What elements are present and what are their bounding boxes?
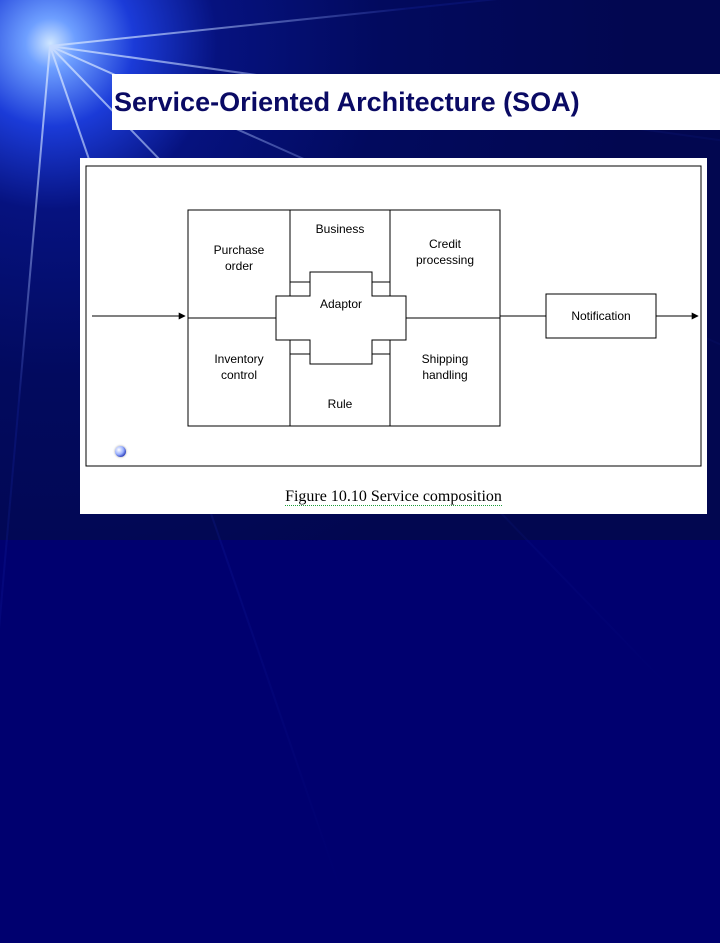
figure-caption: Figure 10.10 Service composition xyxy=(80,488,707,506)
label: Rule xyxy=(328,397,353,411)
service-composition-diagram: Purchase order Inventory control Busines… xyxy=(80,158,707,514)
label: Shipping xyxy=(422,352,469,366)
label: Inventory xyxy=(214,352,263,366)
label: Purchase xyxy=(214,243,265,257)
title-container: Service-Oriented Architecture (SOA) xyxy=(112,74,720,130)
figure-caption-text: Figure 10.10 Service composition xyxy=(285,488,502,506)
label: handling xyxy=(422,368,467,382)
label: Notification xyxy=(571,309,630,323)
box-rule: Rule xyxy=(290,354,390,426)
diagram: Purchase order Inventory control Busines… xyxy=(80,158,707,514)
bullet-icon xyxy=(115,446,126,457)
box-inventory-control: Inventory control xyxy=(188,318,290,426)
box-purchase-order: Purchase order xyxy=(188,210,290,318)
label: order xyxy=(225,259,253,273)
label: control xyxy=(221,368,257,382)
figure-container: Purchase order Inventory control Busines… xyxy=(80,158,707,514)
slide: Service-Oriented Architecture (SOA) Purc… xyxy=(0,0,720,540)
slide-title: Service-Oriented Architecture (SOA) xyxy=(112,87,580,118)
label: Adaptor xyxy=(320,297,362,311)
label: Business xyxy=(316,222,365,236)
label: Credit xyxy=(429,237,462,251)
label: processing xyxy=(416,253,474,267)
box-notification: Notification xyxy=(546,294,656,338)
box-business: Business xyxy=(290,210,390,282)
box-adaptor: Adaptor xyxy=(276,272,406,364)
